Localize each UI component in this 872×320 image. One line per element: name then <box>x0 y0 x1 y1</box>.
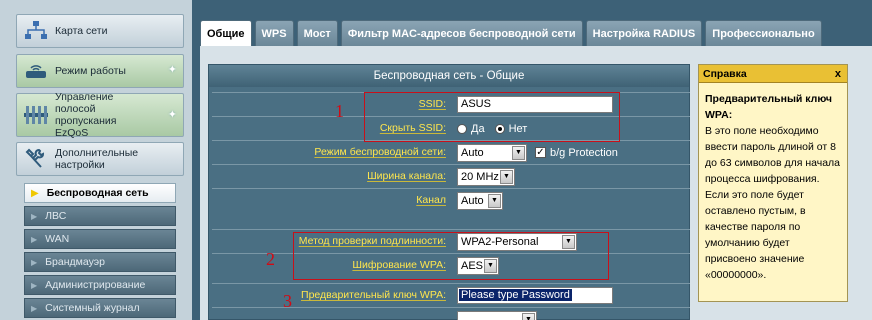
wpa-psk-value: Please type Password <box>459 289 572 301</box>
help-body: Предварительный ключ WPA: В это поле нео… <box>699 83 847 283</box>
star-icon: ✦ <box>167 109 177 121</box>
channel-select[interactable]: Auto ▼ <box>457 191 503 210</box>
tab-mac-filter[interactable]: Фильтр MAC-адресов беспроводной сети <box>340 20 583 46</box>
router-icon <box>17 55 55 87</box>
sidebar-item-system-log[interactable]: ▶ Системный журнал <box>24 298 176 318</box>
annotation-box-2 <box>293 232 609 280</box>
channel-width-select[interactable]: 20 MHz ▼ <box>457 167 515 186</box>
sidebar-item-label: WAN <box>45 233 70 245</box>
tab-bar: Общие WPS Мост Фильтр MAC-адресов беспро… <box>200 20 825 46</box>
channel-label: Канал <box>416 194 446 206</box>
qos-icon <box>17 94 55 136</box>
tab-wps[interactable]: WPS <box>254 20 294 46</box>
help-header: Справка x <box>699 65 847 83</box>
arrow-right-icon: ▶ <box>31 211 38 221</box>
chevron-down-icon: ▼ <box>488 193 501 208</box>
sidebar-item-label: Брандмауэр <box>45 256 105 268</box>
wpa-psk-label: Предварительный ключ WPA: <box>301 289 446 301</box>
star-icon: ✦ <box>167 64 177 76</box>
wpa-psk-input[interactable]: Please type Password <box>457 287 613 304</box>
sidebar-item-lan[interactable]: ▶ ЛВС <box>24 206 176 226</box>
sidebar-item-ezqos[interactable]: Управление полосой пропускания EzQoS ✦ <box>16 91 184 139</box>
arrow-right-icon: ▶ <box>31 257 38 267</box>
help-text: В это поле необходимо ввести пароль длин… <box>705 125 841 281</box>
mode-row: Режим беспроводной сети: Auto ▼ ✓ b/g Pr… <box>212 140 690 164</box>
wireless-mode-label: Режим беспроводной сети: <box>314 146 446 158</box>
annotation-number-3: 3 <box>283 291 292 311</box>
sidebar-item-operation-mode[interactable]: Режим работы ✦ <box>16 54 184 88</box>
main-panel: Общие WPS Мост Фильтр MAC-адресов беспро… <box>192 0 872 320</box>
sidebar-item-label: Системный журнал <box>45 302 140 314</box>
annotation-box-1 <box>364 92 620 142</box>
sidebar-item-label: Управление полосой пропускания EzQoS <box>55 91 117 139</box>
tools-icon <box>17 143 55 175</box>
next-select[interactable]: ▼ <box>457 310 537 320</box>
sidebar-item-network-map[interactable]: Карта сети <box>16 14 184 48</box>
sidebar-item-label: Беспроводная сеть <box>46 187 149 199</box>
close-icon[interactable]: x <box>835 65 841 83</box>
sidebar-item-label: Карта сети <box>55 25 108 37</box>
channel-width-row: Ширина канала: 20 MHz ▼ <box>212 164 690 188</box>
help-panel: Справка x Предварительный ключ WPA: В эт… <box>698 64 848 302</box>
tab-professional[interactable]: Профессионально <box>705 20 822 46</box>
bg-protection-checkbox[interactable]: ✓ <box>535 147 546 158</box>
sidebar-item-administration[interactable]: ▶ Администрирование <box>24 275 176 295</box>
sidebar-item-firewall[interactable]: ▶ Брандмауэр <box>24 252 176 272</box>
arrow-right-icon: ▶ <box>31 280 38 290</box>
arrow-right-icon: ▶ <box>31 234 38 244</box>
sidebar-item-wan[interactable]: ▶ WAN <box>24 229 176 249</box>
chevron-down-icon: ▼ <box>512 145 525 160</box>
wireless-mode-value: Auto <box>461 146 484 159</box>
arrow-right-icon: ▶ <box>31 303 38 313</box>
sidebar-item-wireless[interactable]: ▶ Беспроводная сеть <box>24 183 176 203</box>
chevron-down-icon: ▼ <box>500 169 513 184</box>
tab-radius[interactable]: Настройка RADIUS <box>585 20 703 46</box>
sidebar: Карта сети Режим работы ✦ Управление пол… <box>0 0 192 320</box>
channel-width-label: Ширина канала: <box>367 170 446 182</box>
channel-row: Канал Auto ▼ <box>212 188 690 212</box>
bg-protection-label: b/g Protection <box>550 146 618 159</box>
wireless-general-form: Беспроводная сеть - Общие SSID: ASUS Скр… <box>208 64 690 320</box>
content-area: Беспроводная сеть - Общие SSID: ASUS Скр… <box>200 46 872 320</box>
channel-width-value: 20 MHz <box>461 170 499 183</box>
sidebar-item-advanced[interactable]: Дополнительные настройки <box>16 142 184 176</box>
sidebar-item-label: Администрирование <box>45 279 146 291</box>
tab-bridge[interactable]: Мост <box>296 20 338 46</box>
tab-general[interactable]: Общие <box>200 20 252 46</box>
form-title: Беспроводная сеть - Общие <box>209 65 689 87</box>
sidebar-item-label: Режим работы <box>55 65 126 77</box>
sidebar-item-label: Дополнительные настройки <box>55 147 139 171</box>
chevron-down-icon: ▼ <box>522 312 535 320</box>
help-heading: Предварительный ключ WPA: <box>705 93 832 121</box>
arrow-right-icon: ▶ <box>31 187 39 199</box>
annotation-number-2: 2 <box>266 249 275 269</box>
help-title: Справка <box>703 68 747 80</box>
channel-value: Auto <box>461 194 484 207</box>
annotation-number-1: 1 <box>335 101 344 121</box>
wireless-mode-select[interactable]: Auto ▼ <box>457 143 527 162</box>
network-map-icon <box>17 15 55 47</box>
sidebar-item-label: ЛВС <box>45 210 67 222</box>
